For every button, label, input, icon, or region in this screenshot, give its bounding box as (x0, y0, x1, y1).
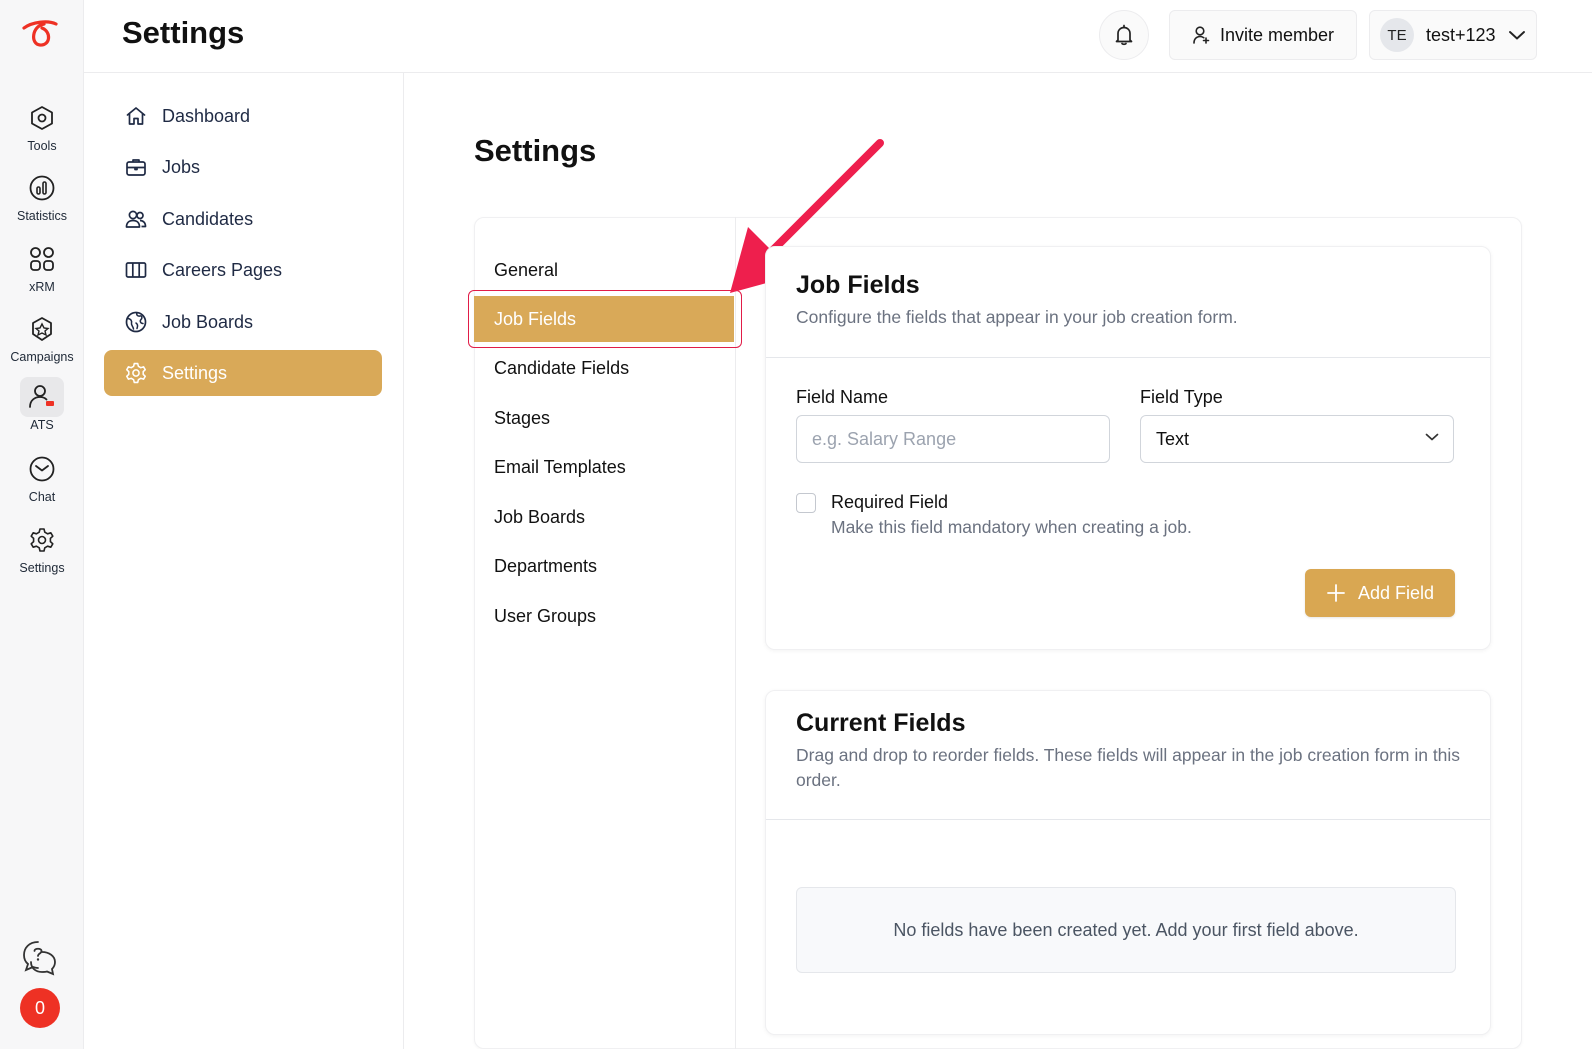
sidebar-item-dashboard[interactable]: Dashboard (104, 93, 382, 139)
empty-state: No fields have been created yet. Add you… (796, 887, 1456, 973)
rail-label: ATS (30, 418, 54, 432)
rail-item-settings[interactable]: Settings (0, 520, 84, 584)
field-type-label: Field Type (1140, 387, 1223, 407)
users-icon (125, 210, 147, 228)
current-fields-description: Drag and drop to reorder fields. These f… (796, 745, 1461, 790)
gear-icon (125, 362, 147, 384)
rail-label: xRM (29, 280, 55, 294)
sidebar-item-candidates[interactable]: Candidates (104, 196, 382, 242)
rail-label: Chat (28, 490, 56, 504)
add-field-label: Add Field (1357, 582, 1435, 603)
page-title: Settings (122, 15, 245, 50)
sidebar-item-label: Candidates (162, 208, 254, 229)
settings-subnav: General Job Fields Candidate Fields Stag… (474, 217, 736, 1049)
job-fields-description: Configure the fields that appear in your… (796, 307, 1238, 327)
user-name: test+123 (1426, 24, 1496, 45)
tab-job-boards[interactable]: Job Boards (474, 494, 734, 540)
rail-label: Settings (19, 561, 65, 575)
rail-label: Statistics (16, 209, 67, 223)
field-type-select[interactable]: Text (1140, 415, 1454, 463)
chevron-down-icon (1508, 31, 1525, 40)
required-field-description: Make this field mandatory when creating … (831, 517, 1192, 537)
home-icon (126, 107, 146, 125)
invite-member-button[interactable]: Invite member (1169, 10, 1357, 60)
tab-departments[interactable]: Departments (474, 543, 734, 589)
field-type-value: Text (1156, 428, 1190, 449)
rail-label: Campaigns (10, 350, 74, 364)
rail-item-campaigns[interactable]: Campaigns (0, 309, 84, 373)
sidebar-item-jobs[interactable]: Jobs (104, 144, 382, 190)
bell-icon (1115, 24, 1133, 46)
tab-general[interactable]: General (474, 247, 734, 293)
rail-label: Tools (27, 139, 57, 153)
invite-member-label: Invite member (1219, 24, 1335, 45)
rail-item-ats[interactable]: ATS (0, 377, 84, 441)
notification-count-badge[interactable]: 0 (20, 988, 60, 1028)
help-chat-icon[interactable] (20, 938, 60, 978)
tab-email-templates[interactable]: Email Templates (474, 444, 734, 490)
briefcase-icon (126, 159, 146, 176)
sidebar-item-label: Dashboard (162, 105, 251, 126)
globe-icon (125, 311, 147, 333)
notifications-button[interactable] (1099, 10, 1149, 60)
tab-stages[interactable]: Stages (474, 395, 734, 441)
tab-user-groups[interactable]: User Groups (474, 593, 734, 639)
rail-item-chat[interactable]: Chat (0, 449, 84, 513)
brand-logo-icon[interactable] (18, 16, 62, 52)
required-field-checkbox[interactable] (796, 493, 816, 513)
user-plus-icon (1193, 26, 1210, 44)
app-rail: Tools Statistics xRM Campaigns ATS Chat (0, 0, 84, 1049)
top-bar: Settings Invite member TE test+123 (84, 0, 1592, 73)
chat-icon (20, 449, 64, 489)
sidebar-item-settings[interactable]: Settings (104, 350, 382, 396)
main-sidebar: Dashboard Jobs Candidates Careers Pages … (84, 73, 404, 1049)
tab-job-fields[interactable]: Job Fields (474, 296, 734, 342)
sidebar-item-job-boards[interactable]: Job Boards (104, 299, 382, 345)
divider (766, 357, 1490, 358)
sidebar-item-label: Careers Pages (162, 259, 283, 280)
job-fields-title: Job Fields (796, 271, 920, 299)
field-name-label: Field Name (796, 387, 889, 407)
rail-item-tools[interactable]: Tools (0, 98, 84, 162)
columns-icon (125, 262, 147, 278)
avatar: TE (1380, 18, 1414, 52)
job-fields-panel: Job Fields Configure the fields that app… (765, 246, 1491, 650)
campaigns-icon (20, 309, 64, 349)
sidebar-item-careers-pages[interactable]: Careers Pages (104, 247, 382, 293)
statistics-icon (20, 168, 64, 208)
content-title: Settings (474, 133, 597, 168)
ats-icon (20, 377, 64, 417)
field-name-input[interactable] (796, 415, 1110, 463)
rail-item-xrm[interactable]: xRM (0, 239, 84, 303)
empty-state-text: No fields have been created yet. Add you… (893, 919, 1359, 940)
rail-item-statistics[interactable]: Statistics (0, 168, 84, 232)
sidebar-item-label: Jobs (162, 156, 201, 177)
sidebar-item-label: Settings (162, 362, 228, 383)
required-field-label: Required Field (831, 492, 949, 512)
tools-icon (20, 98, 64, 138)
chevron-down-icon (1425, 433, 1439, 441)
user-menu-button[interactable]: TE test+123 (1369, 10, 1537, 60)
current-fields-title: Current Fields (796, 709, 966, 737)
current-fields-panel: Current Fields Drag and drop to reorder … (765, 690, 1491, 1035)
xrm-icon (20, 239, 64, 279)
tab-candidate-fields[interactable]: Candidate Fields (474, 345, 734, 391)
divider (766, 819, 1490, 820)
add-field-button[interactable]: Add Field (1305, 569, 1455, 617)
sidebar-item-label: Job Boards (162, 311, 254, 332)
settings-icon (20, 520, 64, 560)
plus-icon (1327, 584, 1345, 602)
